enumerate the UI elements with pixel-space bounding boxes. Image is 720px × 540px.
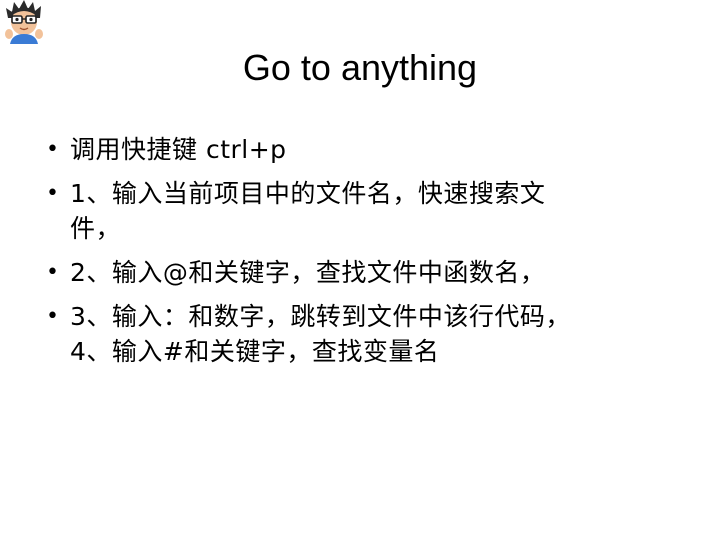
bullet-text-continuation: 件， <box>70 214 122 243</box>
bullet-item: • 2、输入@和关键字，查找文件中函数名， <box>46 255 696 290</box>
cartoon-avatar-icon <box>5 0 43 44</box>
slide-title: Go to anything <box>242 47 478 88</box>
slide: Go to anything • 调用快捷键 ctrl+p • 1、输入当前项目… <box>0 0 720 540</box>
bullet-item: • 3、输入：和数字，跳转到文件中该行代码， 4、输入#和关键字，查找变量名 <box>46 299 696 369</box>
bullet-dot: • <box>46 181 60 206</box>
bullet-item: • 调用快捷键 ctrl+p <box>46 132 696 167</box>
bullet-item: • 1、输入当前项目中的文件名，快速搜索文 件， <box>46 176 696 246</box>
bullet-list: • 调用快捷键 ctrl+p • 1、输入当前项目中的文件名，快速搜索文 件， … <box>46 132 696 378</box>
bullet-dot: • <box>46 260 60 285</box>
bullet-text: 调用快捷键 ctrl+p <box>70 135 287 164</box>
bullet-text-continuation: 4、输入#和关键字，查找变量名 <box>70 337 440 366</box>
bullet-text: 1、输入当前项目中的文件名，快速搜索文 <box>70 179 546 208</box>
bullet-dot: • <box>46 304 60 329</box>
bullet-dot: • <box>46 137 60 162</box>
bullet-text: 3、输入：和数字，跳转到文件中该行代码， <box>70 302 571 331</box>
bullet-text: 2、输入@和关键字，查找文件中函数名， <box>70 258 546 287</box>
